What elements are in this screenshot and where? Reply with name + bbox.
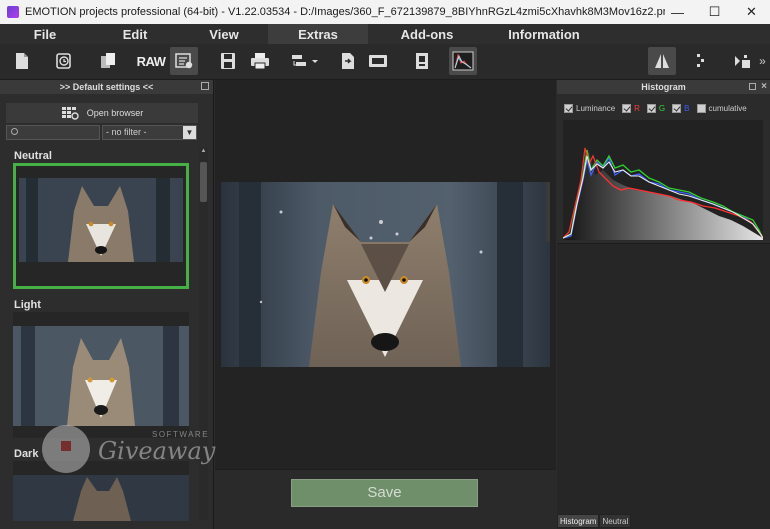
save-button[interactable]: Save [291,479,478,507]
histogram-panel-title: Histogram [641,82,686,92]
maximize-button[interactable]: ☐ [696,0,733,24]
histogram-checkbox-cumulative[interactable]: cumulative [696,103,747,113]
app-icon [7,6,19,18]
wolf-thumbnail-image [16,166,186,286]
save-icon[interactable] [214,47,242,75]
open-browser-label: Open browser [86,108,144,118]
close-button[interactable]: ✕ [733,0,770,24]
preset-label-neutral: Neutral [14,150,52,162]
gift-icon [61,441,71,451]
search-icon [11,128,18,135]
document-export-icon[interactable] [334,47,362,75]
scrollbar-thumb[interactable] [200,162,207,202]
checkbox-label: R [634,103,640,113]
save-bar: Save [215,469,556,529]
scroll-up-icon[interactable]: ▲ [200,148,207,156]
menu-extras[interactable]: Extras [268,24,368,44]
histogram-toggle-icon[interactable] [449,47,477,75]
histogram-panel: Histogram × Luminance R G Bcumulative Hi… [557,80,770,529]
checkbox-label: B [684,103,690,113]
preset-filter-select[interactable]: - no filter - ▼ [102,125,197,140]
split-view-icon[interactable] [648,47,676,75]
filter-value: - no filter - [106,127,147,137]
preset-thumb-neutral[interactable] [13,163,189,289]
preset-search-input[interactable] [6,125,100,140]
checkbox-label: Luminance [576,103,616,113]
batch-icon[interactable] [364,47,392,75]
checkbox-icon[interactable] [646,103,656,113]
window-controls: — ☐ ✕ [659,0,770,24]
menu-add-ons[interactable]: Add-ons [368,24,486,44]
preset-label-light: Light [14,299,41,311]
histogram-checkbox-r[interactable]: R [622,103,640,113]
right-panel-tabs: Histogram Neutral [557,514,632,529]
presets-panel-title: >> Default settings << [59,82,154,92]
history-icon[interactable] [50,47,78,75]
checkbox-icon[interactable] [564,103,573,113]
open-browser-button[interactable]: Open browser [6,103,198,123]
menu-bar: File Edit View Extras Add-ons Informatio… [0,24,770,44]
panel-float-icon[interactable] [749,83,756,90]
histogram-checkbox-b[interactable]: B [672,103,690,113]
chevron-down-icon: ▼ [183,126,196,139]
panel-float-icon[interactable] [201,82,209,90]
histogram-checkbox-luminance[interactable]: Luminance [564,103,616,113]
image-preview-area: Save [215,80,556,529]
menu-edit[interactable]: Edit [90,24,180,44]
new-document-icon[interactable] [8,47,36,75]
histogram-graph [562,120,764,240]
settings-list-icon[interactable] [170,47,198,75]
watermark-logo [42,425,90,473]
toolbar-overflow-button[interactable]: » [755,47,770,75]
minimize-button[interactable]: — [659,0,696,24]
histogram-channel-options: Luminance R G Bcumulative [564,102,754,114]
checkbox-icon[interactable] [696,103,706,113]
export-dropdown-icon[interactable] [288,47,322,75]
menu-view[interactable]: View [180,24,268,44]
presets-panel-header: >> Default settings << [0,80,213,94]
main-preview-image[interactable] [221,182,550,367]
tab-neutral[interactable]: Neutral [599,514,632,528]
checkbox-icon[interactable] [672,103,682,113]
raw-button[interactable]: RAW [137,47,166,75]
watermark-giveaway-text: Giveaway [98,437,216,465]
window-title: EMOTION projects professional (64-bit) -… [25,6,665,18]
copy-icon[interactable] [94,47,122,75]
wolf-main-image [221,182,550,367]
compare-icon[interactable] [688,47,716,75]
preset-label-dark: Dark [14,448,39,460]
toolbar: RAW » [0,44,770,80]
tab-histogram[interactable]: Histogram [557,514,600,528]
info-panel-icon[interactable] [408,47,436,75]
preset-thumb-light[interactable] [13,312,189,438]
browser-grid-icon [61,107,79,120]
histogram-panel-header: Histogram × [557,80,770,94]
checkbox-label: G [658,103,666,113]
checkbox-label: cumulative [708,103,747,113]
wolf-thumbnail-image [13,312,189,438]
panel-close-icon[interactable]: × [761,80,767,94]
title-bar: EMOTION projects professional (64-bit) -… [0,0,770,24]
histogram-area: Luminance R G Bcumulative [557,94,770,244]
giveaway-watermark: SOFTWARE Giveaway [42,425,215,475]
print-icon[interactable] [246,47,274,75]
flip-icon[interactable] [728,47,756,75]
histogram-checkbox-g[interactable]: G [646,103,666,113]
menu-information[interactable]: Information [486,24,602,44]
preview-scrollbar[interactable] [546,182,550,242]
checkbox-icon[interactable] [622,103,632,113]
menu-file[interactable]: File [0,24,90,44]
